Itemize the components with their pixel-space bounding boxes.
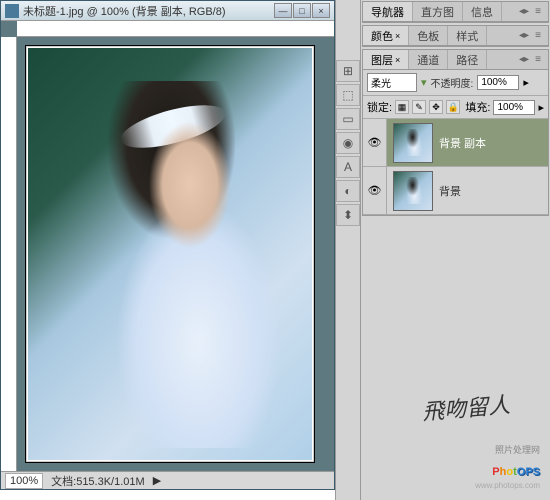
logo-url: www.photops.com: [475, 481, 540, 490]
layer-options-row: 柔光 ▾ 不透明度: 100% ▸: [363, 70, 548, 96]
eye-icon: 👁: [368, 184, 382, 197]
color-panel: 颜色× 色板 样式 ◂▸ ≡: [362, 25, 549, 47]
color-panel-controls: ◂▸ ≡: [514, 30, 548, 42]
close-button[interactable]: ×: [312, 3, 330, 18]
fill-input[interactable]: 100%: [493, 100, 535, 115]
tab-info[interactable]: 信息: [463, 2, 502, 21]
vtool-4[interactable]: A: [336, 156, 360, 178]
document-body: [1, 37, 334, 471]
lock-position-icon[interactable]: ✥: [429, 100, 443, 114]
minimize-button[interactable]: —: [274, 3, 292, 18]
fill-label: 填充:: [465, 99, 490, 115]
watermark: 飛吻留人 照片处理网 PhotOPS www.photops.com: [370, 370, 540, 490]
layer-thumbnail[interactable]: [393, 123, 433, 163]
app-icon: [5, 4, 19, 18]
layer-row[interactable]: 👁 背景: [363, 167, 548, 215]
blend-mode-select[interactable]: 柔光: [367, 73, 417, 92]
logo-subtitle: 照片处理网: [495, 443, 540, 456]
window-title: 未标题-1.jpg @ 100% (背景 副本, RGB/8): [23, 3, 274, 19]
layer-name[interactable]: 背景 副本: [439, 135, 486, 151]
lock-transparency-icon[interactable]: ▦: [395, 100, 409, 114]
tab-color[interactable]: 颜色×: [363, 26, 409, 45]
nav-panel-controls: ◂▸ ≡: [514, 6, 548, 18]
vtool-1[interactable]: ⬚: [336, 84, 360, 106]
maximize-button[interactable]: □: [293, 3, 311, 18]
vertical-ruler[interactable]: [1, 37, 17, 471]
photops-logo: PhotOPS: [492, 458, 540, 481]
layer-name[interactable]: 背景: [439, 183, 461, 199]
tab-navigator[interactable]: 导航器: [363, 2, 413, 21]
color-tabs: 颜色× 色板 样式 ◂▸ ≡: [363, 26, 548, 46]
vtool-6[interactable]: ⬍: [336, 204, 360, 226]
canvas-area[interactable]: [17, 37, 334, 471]
panel-collapse-icon[interactable]: ◂▸: [518, 6, 530, 18]
panel-menu-icon[interactable]: ≡: [532, 54, 544, 66]
panel-collapse-icon[interactable]: ◂▸: [518, 54, 530, 66]
vtool-5[interactable]: ◐: [336, 180, 360, 202]
tab-channels[interactable]: 通道: [409, 50, 448, 69]
blend-mode-arrow-icon[interactable]: ▾: [421, 76, 427, 89]
tab-close-icon[interactable]: ×: [395, 55, 400, 65]
layers-panel-controls: ◂▸ ≡: [514, 54, 548, 66]
nav-tabs: 导航器 直方图 信息 ◂▸ ≡: [363, 2, 548, 22]
status-arrow-icon[interactable]: ▶: [153, 474, 161, 487]
vtool-0[interactable]: ⊞: [336, 60, 360, 82]
horizontal-ruler[interactable]: [17, 21, 334, 37]
panel-menu-icon[interactable]: ≡: [532, 30, 544, 42]
tab-swatches[interactable]: 色板: [409, 26, 448, 45]
tab-styles[interactable]: 样式: [448, 26, 487, 45]
document-window: 未标题-1.jpg @ 100% (背景 副本, RGB/8) — □ ×: [0, 0, 335, 490]
layers-panel: 图层× 通道 路径 ◂▸ ≡ 柔光 ▾ 不透明度: 100% ▸ 锁定:: [362, 49, 549, 216]
visibility-toggle[interactable]: 👁: [363, 119, 387, 166]
tab-close-icon[interactable]: ×: [395, 31, 400, 41]
vertical-toolbar: ⊞ ⬚ ▭ ◉ A ◐ ⬍: [335, 0, 361, 500]
document-size: 文档:515.3K/1.01M: [51, 473, 145, 489]
layers-list: 👁 背景 副本 👁 背景: [363, 119, 548, 215]
tab-histogram[interactable]: 直方图: [413, 2, 463, 21]
opacity-label: 不透明度:: [431, 75, 474, 90]
status-bar: 100% 文档:515.3K/1.01M ▶: [1, 471, 334, 489]
photo-content: [28, 48, 312, 460]
navigator-panel: 导航器 直方图 信息 ◂▸ ≡: [362, 1, 549, 23]
eye-icon: 👁: [368, 136, 382, 149]
panel-menu-icon[interactable]: ≡: [532, 6, 544, 18]
title-bar[interactable]: 未标题-1.jpg @ 100% (背景 副本, RGB/8) — □ ×: [1, 1, 334, 21]
visibility-toggle[interactable]: 👁: [363, 167, 387, 214]
opacity-arrow-icon[interactable]: ▸: [523, 76, 529, 89]
canvas[interactable]: [25, 45, 315, 463]
layer-thumbnail[interactable]: [393, 171, 433, 211]
tab-layers[interactable]: 图层×: [363, 50, 409, 69]
lock-pixels-icon[interactable]: ✎: [412, 100, 426, 114]
fill-arrow-icon[interactable]: ▸: [538, 101, 544, 114]
vtool-3[interactable]: ◉: [336, 132, 360, 154]
photo-figure: [113, 97, 283, 447]
lock-row: 锁定: ▦ ✎ ✥ 🔒 填充: 100% ▸: [363, 96, 548, 119]
layers-tabs: 图层× 通道 路径 ◂▸ ≡: [363, 50, 548, 70]
tab-paths[interactable]: 路径: [448, 50, 487, 69]
opacity-input[interactable]: 100%: [477, 75, 519, 90]
panel-collapse-icon[interactable]: ◂▸: [518, 30, 530, 42]
calligraphy-text: 飛吻留人: [421, 387, 511, 427]
lock-all-icon[interactable]: 🔒: [446, 100, 460, 114]
zoom-level[interactable]: 100%: [5, 473, 43, 489]
layer-row[interactable]: 👁 背景 副本: [363, 119, 548, 167]
lock-label: 锁定:: [367, 99, 392, 115]
window-buttons: — □ ×: [274, 3, 330, 18]
vtool-2[interactable]: ▭: [336, 108, 360, 130]
